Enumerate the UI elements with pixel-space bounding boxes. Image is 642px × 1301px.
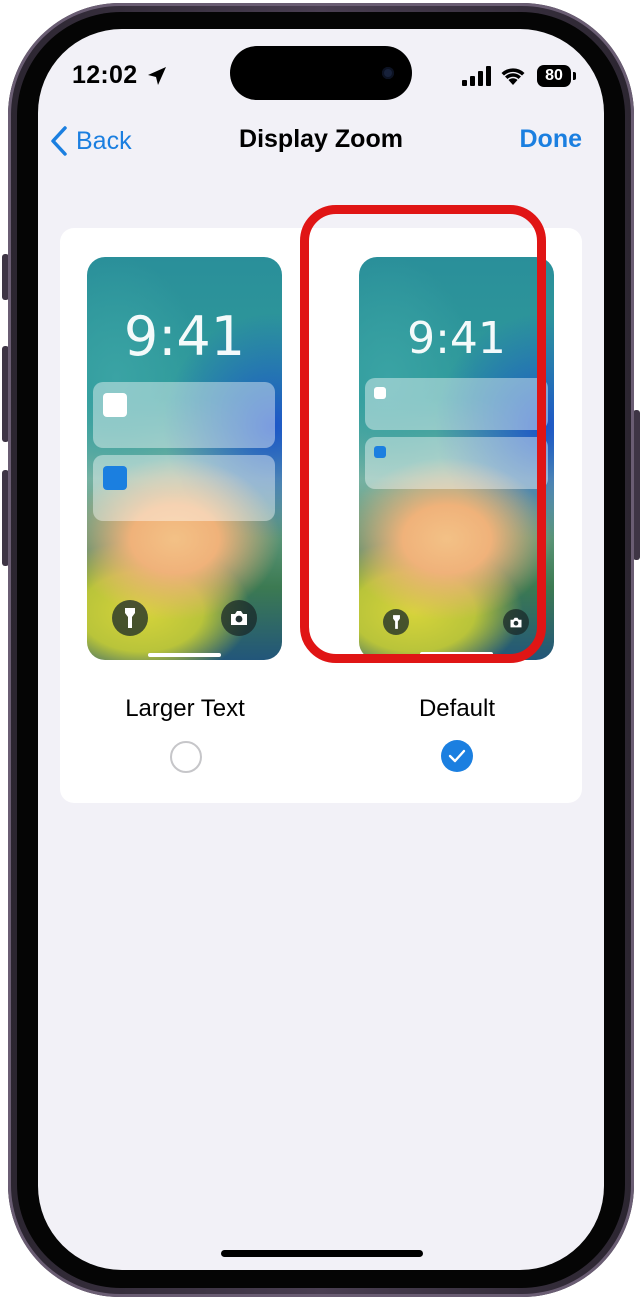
home-indicator[interactable] [221,1250,423,1257]
notification-placeholder [93,455,275,521]
screen: 12:02 80 Back Display Zoom Done 9:41 Lar… [38,29,604,1270]
app-icon-placeholder [103,393,127,417]
notification-placeholder [93,382,275,448]
larger-text-radio[interactable] [170,741,202,773]
battery-indicator: 80 [537,65,571,87]
option-larger-text[interactable]: 9:41 Larger Text [60,228,310,803]
status-time: 12:02 [72,61,138,89]
flashlight-icon [383,609,409,635]
location-arrow-icon [148,67,166,85]
app-icon-placeholder [103,466,127,490]
checkmark-icon [448,749,466,763]
front-camera-icon [382,67,394,79]
camera-icon [221,600,257,636]
dynamic-island [230,46,412,100]
camera-icon [503,609,529,635]
preview-home-indicator [148,653,221,657]
preview-time: 9:41 [407,313,506,364]
done-button[interactable]: Done [520,125,583,154]
notification-placeholder [365,378,548,430]
preview-time: 9:41 [123,305,246,368]
wifi-icon [501,68,525,85]
option-label: Larger Text [125,695,245,722]
power-button [633,410,640,560]
cellular-signal-icon [462,66,491,86]
option-default[interactable]: 9:41 Default [332,228,582,803]
flashlight-icon [112,600,148,636]
option-label: Default [418,695,496,722]
display-zoom-card: 9:41 Larger Text 9:41 Default [60,228,582,803]
default-preview[interactable]: 9:41 [359,257,554,660]
app-icon-placeholder [374,387,386,399]
app-icon-placeholder [374,446,386,458]
battery-tip [573,72,576,80]
default-radio-selected[interactable] [441,740,473,772]
larger-text-preview[interactable]: 9:41 [87,257,282,660]
notification-placeholder [365,437,548,489]
preview-home-indicator [420,652,493,656]
